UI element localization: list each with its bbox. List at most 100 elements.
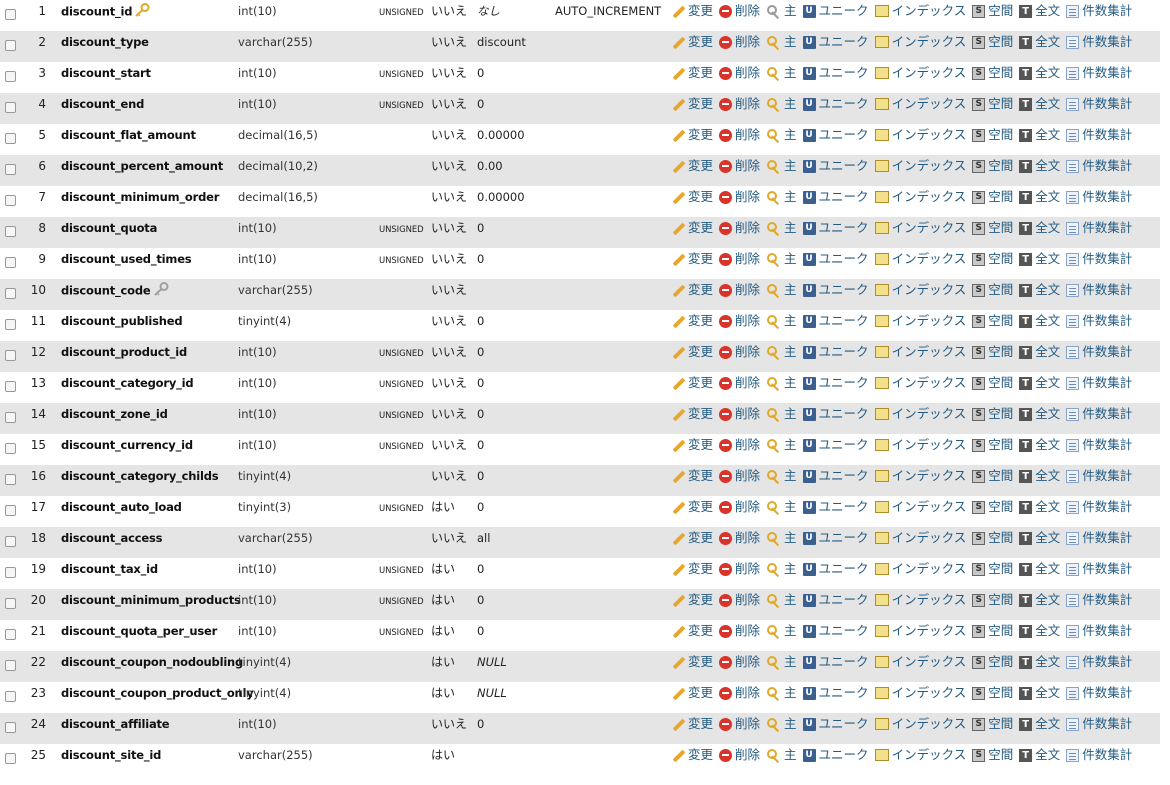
row-checkbox[interactable]: [5, 71, 16, 82]
index-action-link[interactable]: インデックス: [874, 623, 966, 639]
spatial-action-link[interactable]: S 空間: [972, 344, 1013, 360]
row-checkbox[interactable]: [5, 133, 16, 144]
fulltext-action-link[interactable]: T 全文: [1019, 158, 1060, 174]
spatial-action-link[interactable]: S 空間: [972, 282, 1013, 298]
unique-action-link[interactable]: U ユニーク: [802, 654, 869, 670]
unique-action-link[interactable]: U ユニーク: [802, 561, 869, 577]
count-action-link[interactable]: 件数集計: [1066, 34, 1132, 50]
spatial-action-link[interactable]: S 空間: [972, 716, 1013, 732]
index-action-link[interactable]: インデックス: [874, 189, 966, 205]
primary-action-link[interactable]: 主: [766, 65, 797, 81]
unique-action-link[interactable]: U ユニーク: [802, 375, 869, 391]
primary-action-link[interactable]: 主: [766, 375, 797, 391]
row-checkbox[interactable]: [5, 474, 16, 485]
drop-action-link[interactable]: 削除: [719, 3, 760, 19]
drop-action-link[interactable]: 削除: [719, 375, 760, 391]
primary-action-link[interactable]: 主: [766, 561, 797, 577]
spatial-action-link[interactable]: S 空間: [972, 375, 1013, 391]
drop-action-link[interactable]: 削除: [719, 96, 760, 112]
count-action-link[interactable]: 件数集計: [1066, 313, 1132, 329]
row-checkbox[interactable]: [5, 412, 16, 423]
drop-action-link[interactable]: 削除: [719, 189, 760, 205]
index-action-link[interactable]: インデックス: [874, 251, 966, 267]
spatial-action-link[interactable]: S 空間: [972, 685, 1013, 701]
spatial-action-link[interactable]: S 空間: [972, 747, 1013, 763]
fulltext-action-link[interactable]: T 全文: [1019, 623, 1060, 639]
fulltext-action-link[interactable]: T 全文: [1019, 34, 1060, 50]
unique-action-link[interactable]: U ユニーク: [802, 313, 869, 329]
primary-action-link[interactable]: 主: [766, 437, 797, 453]
row-checkbox[interactable]: [5, 629, 16, 640]
count-action-link[interactable]: 件数集計: [1066, 251, 1132, 267]
primary-action-link[interactable]: 主: [766, 654, 797, 670]
edit-action-link[interactable]: 変更: [670, 313, 713, 329]
edit-action-link[interactable]: 変更: [670, 685, 713, 701]
index-action-link[interactable]: インデックス: [874, 685, 966, 701]
spatial-action-link[interactable]: S 空間: [972, 499, 1013, 515]
drop-action-link[interactable]: 削除: [719, 592, 760, 608]
row-checkbox[interactable]: [5, 381, 16, 392]
drop-action-link[interactable]: 削除: [719, 747, 760, 763]
edit-action-link[interactable]: 変更: [670, 623, 713, 639]
index-action-link[interactable]: インデックス: [874, 654, 966, 670]
primary-action-link[interactable]: 主: [766, 34, 797, 50]
index-action-link[interactable]: インデックス: [874, 716, 966, 732]
fulltext-action-link[interactable]: T 全文: [1019, 282, 1060, 298]
unique-action-link[interactable]: U ユニーク: [802, 96, 869, 112]
unique-action-link[interactable]: U ユニーク: [802, 716, 869, 732]
count-action-link[interactable]: 件数集計: [1066, 65, 1132, 81]
index-action-link[interactable]: インデックス: [874, 282, 966, 298]
fulltext-action-link[interactable]: T 全文: [1019, 251, 1060, 267]
fulltext-action-link[interactable]: T 全文: [1019, 313, 1060, 329]
spatial-action-link[interactable]: S 空間: [972, 561, 1013, 577]
spatial-action-link[interactable]: S 空間: [972, 251, 1013, 267]
drop-action-link[interactable]: 削除: [719, 282, 760, 298]
drop-action-link[interactable]: 削除: [719, 499, 760, 515]
index-action-link[interactable]: インデックス: [874, 406, 966, 422]
count-action-link[interactable]: 件数集計: [1066, 592, 1132, 608]
primary-action-link[interactable]: 主: [766, 716, 797, 732]
unique-action-link[interactable]: U ユニーク: [802, 437, 869, 453]
unique-action-link[interactable]: U ユニーク: [802, 127, 869, 143]
primary-action-link[interactable]: 主: [766, 3, 797, 19]
index-action-link[interactable]: インデックス: [874, 747, 966, 763]
edit-action-link[interactable]: 変更: [670, 375, 713, 391]
row-checkbox[interactable]: [5, 40, 16, 51]
spatial-action-link[interactable]: S 空間: [972, 189, 1013, 205]
drop-action-link[interactable]: 削除: [719, 685, 760, 701]
primary-action-link[interactable]: 主: [766, 747, 797, 763]
edit-action-link[interactable]: 変更: [670, 592, 713, 608]
primary-action-link[interactable]: 主: [766, 499, 797, 515]
index-action-link[interactable]: インデックス: [874, 158, 966, 174]
index-action-link[interactable]: インデックス: [874, 313, 966, 329]
edit-action-link[interactable]: 変更: [670, 747, 713, 763]
count-action-link[interactable]: 件数集計: [1066, 654, 1132, 670]
primary-action-link[interactable]: 主: [766, 468, 797, 484]
row-checkbox[interactable]: [5, 164, 16, 175]
edit-action-link[interactable]: 変更: [670, 96, 713, 112]
count-action-link[interactable]: 件数集計: [1066, 561, 1132, 577]
drop-action-link[interactable]: 削除: [719, 406, 760, 422]
drop-action-link[interactable]: 削除: [719, 344, 760, 360]
primary-action-link[interactable]: 主: [766, 251, 797, 267]
spatial-action-link[interactable]: S 空間: [972, 406, 1013, 422]
count-action-link[interactable]: 件数集計: [1066, 437, 1132, 453]
row-checkbox[interactable]: [5, 9, 16, 20]
primary-action-link[interactable]: 主: [766, 313, 797, 329]
edit-action-link[interactable]: 変更: [670, 282, 713, 298]
row-checkbox[interactable]: [5, 102, 16, 113]
count-action-link[interactable]: 件数集計: [1066, 220, 1132, 236]
unique-action-link[interactable]: U ユニーク: [802, 344, 869, 360]
count-action-link[interactable]: 件数集計: [1066, 499, 1132, 515]
edit-action-link[interactable]: 変更: [670, 65, 713, 81]
row-checkbox[interactable]: [5, 691, 16, 702]
unique-action-link[interactable]: U ユニーク: [802, 220, 869, 236]
row-checkbox[interactable]: [5, 443, 16, 454]
primary-action-link[interactable]: 主: [766, 530, 797, 546]
unique-action-link[interactable]: U ユニーク: [802, 34, 869, 50]
unique-action-link[interactable]: U ユニーク: [802, 592, 869, 608]
edit-action-link[interactable]: 変更: [670, 437, 713, 453]
unique-action-link[interactable]: U ユニーク: [802, 158, 869, 174]
fulltext-action-link[interactable]: T 全文: [1019, 406, 1060, 422]
fulltext-action-link[interactable]: T 全文: [1019, 189, 1060, 205]
